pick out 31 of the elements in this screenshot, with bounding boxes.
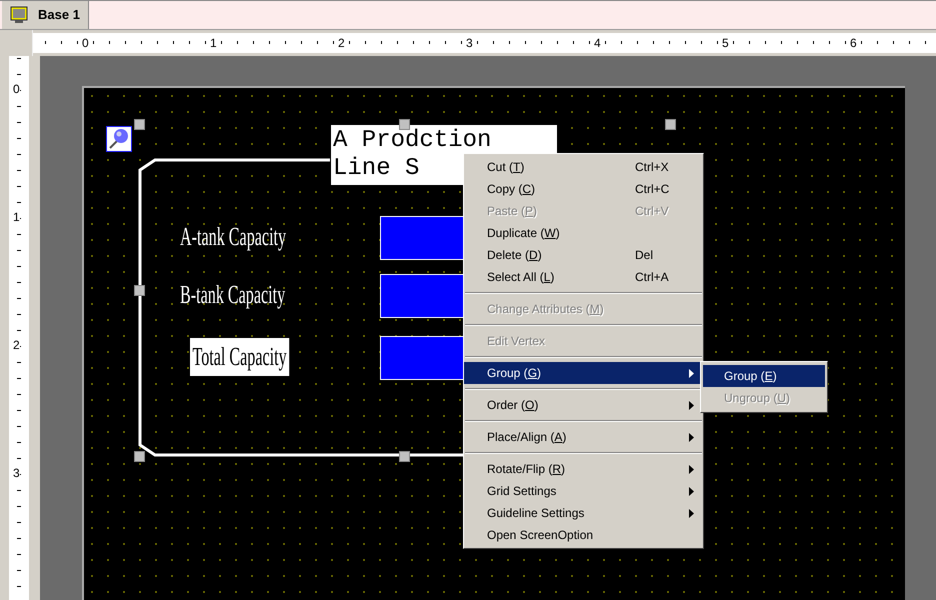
screen-tab[interactable]: Base 1 [2,1,89,29]
capacity-label: Total Capacity [190,338,290,376]
ruler-number: 1 [13,210,20,224]
menu-item[interactable]: Delete (D) Del [464,244,703,266]
menu-item[interactable]: Cut (T) Ctrl+X [464,156,703,178]
menu-item[interactable]: Group (E) [703,365,825,387]
menu-item[interactable]: Copy (C) Ctrl+C [464,178,703,200]
selection-handle [399,451,410,462]
monitor-icon [10,6,28,24]
menu-item[interactable]: Place/Align (A) [464,426,703,448]
menu-item[interactable]: Order (O) [464,394,703,416]
menu-item[interactable]: Guideline Settings [464,502,703,524]
selection-handle [399,119,410,130]
menu-item[interactable]: Grid Settings [464,480,703,502]
ruler-number: 2 [13,338,20,352]
capacity-label: B-tank Capacity [180,279,286,311]
title-line: A Prodction [333,127,492,155]
menu-item[interactable]: Open ScreenOption [464,524,703,546]
menu-item[interactable]: Rotate/Flip (R) [464,458,703,480]
capacity-label: A-tank Capacity [180,221,286,253]
ruler-number: 3 [13,466,20,480]
menu-item[interactable]: Duplicate (W) [464,222,703,244]
selection-handle [134,285,145,296]
selection-handle [134,451,145,462]
ruler-number: 0 [13,82,20,96]
selection-handle [665,119,676,130]
magnifier-icon [106,126,132,152]
menu-item[interactable]: Group (G) [464,362,703,384]
selection-handle [134,119,145,130]
title-line: Line S [333,155,420,183]
menu-item[interactable]: Select All (L) Ctrl+A [464,266,703,288]
